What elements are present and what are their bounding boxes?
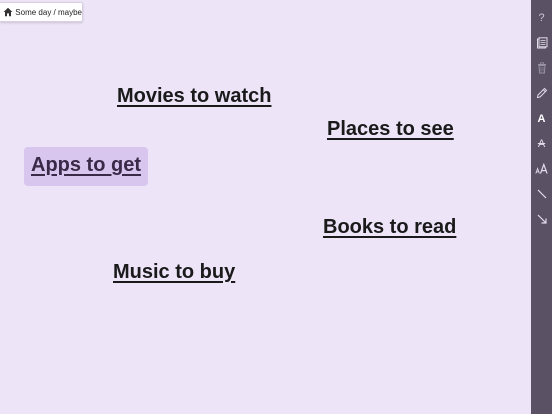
arrow-tool-button[interactable]	[531, 209, 552, 229]
pencil-icon	[536, 87, 548, 99]
list-item-apps-to-get[interactable]: Apps to get	[24, 147, 148, 186]
breadcrumb-label[interactable]: Some day / maybe	[15, 8, 82, 17]
help-button[interactable]: ?	[531, 8, 552, 28]
clipboard-icon	[536, 37, 548, 49]
trash-icon	[537, 62, 547, 74]
help-icon: ?	[538, 11, 545, 24]
bold-text-button[interactable]: A	[531, 109, 552, 129]
strikethrough-text-button[interactable]: A	[531, 134, 552, 154]
toolbar: ? A A	[531, 0, 552, 414]
line-tool-icon	[537, 189, 547, 199]
line-tool-button[interactable]	[531, 184, 552, 204]
canvas[interactable]: Some day / maybe Movies to watch Places …	[0, 0, 531, 414]
bold-text-icon: A	[537, 112, 546, 125]
home-icon[interactable]	[3, 3, 13, 21]
strikethrough-text-icon: A	[537, 137, 546, 150]
list-item-places-to-see[interactable]: Places to see	[327, 117, 454, 141]
list-item-music-to-buy[interactable]: Music to buy	[113, 260, 235, 284]
breadcrumb[interactable]: Some day / maybe	[0, 2, 83, 22]
list-item-movies-to-watch[interactable]: Movies to watch	[117, 84, 271, 108]
pencil-button[interactable]	[531, 83, 552, 103]
trash-button[interactable]	[531, 58, 552, 78]
text-size-button[interactable]	[531, 159, 552, 179]
arrow-tool-icon	[537, 214, 547, 224]
clipboard-button[interactable]	[531, 33, 552, 53]
text-size-icon	[534, 163, 549, 175]
list-item-books-to-read[interactable]: Books to read	[323, 215, 456, 239]
